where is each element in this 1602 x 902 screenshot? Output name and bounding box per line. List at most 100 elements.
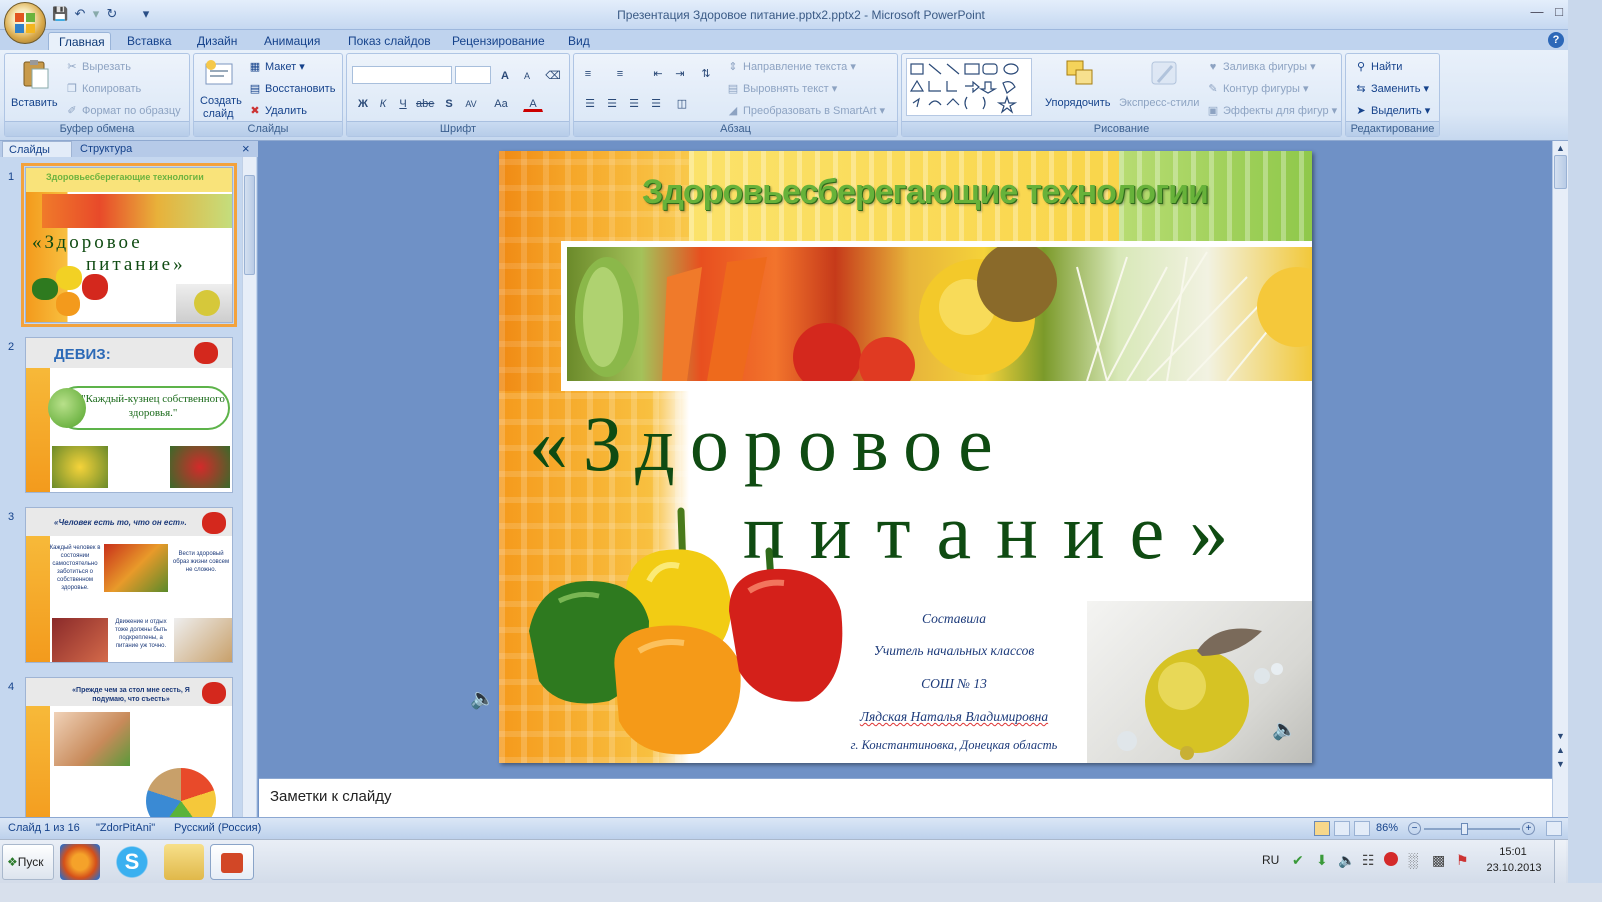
normal-view-icon[interactable] [1314, 821, 1330, 836]
tab-outline-panel[interactable]: Структура [74, 141, 138, 157]
clock-date[interactable]: 23.10.2013 [1484, 862, 1544, 874]
replace-button[interactable]: ⇆ Заменить ▾ [1354, 82, 1429, 96]
text-direction-button[interactable]: ⇕ Направление текста ▾ [726, 60, 855, 74]
sound-icon[interactable]: 🔈 [1272, 717, 1297, 742]
font-name-combo[interactable] [352, 66, 452, 84]
next-slide-icon[interactable]: ▼ [1554, 759, 1567, 771]
volume-icon[interactable]: 🔈 [1338, 852, 1355, 869]
tab-slides-panel[interactable]: Слайды [2, 141, 72, 157]
tray-download-icon[interactable]: ⬇ [1316, 852, 1328, 869]
slide-header[interactable]: Здоровьесберегающие технологии [599, 173, 1251, 212]
sorter-view-icon[interactable] [1334, 821, 1350, 836]
font-size-combo[interactable] [455, 66, 491, 84]
shape-fill-button[interactable]: ♥ Заливка фигуры ▾ [1206, 60, 1316, 74]
copy-button[interactable]: ❐ Копировать [65, 82, 141, 96]
input-language[interactable]: RU [1262, 853, 1279, 867]
tab-insert[interactable]: Вставка [117, 32, 182, 51]
slide-title-line1[interactable]: «Здоровое [529, 399, 1008, 489]
find-button[interactable]: ⚲ Найти [1354, 60, 1402, 74]
zoom-slider-handle[interactable] [1461, 823, 1468, 835]
tab-animation[interactable]: Анимация [254, 32, 330, 51]
smartart-button[interactable]: ◢ Преобразовать в SmartArt ▾ [726, 104, 885, 118]
maximize-button[interactable]: □ [1548, 3, 1570, 21]
help-icon[interactable]: ? [1548, 32, 1564, 48]
select-button[interactable]: ➤ Выделить ▾ [1354, 104, 1430, 118]
line-spacing-icon[interactable]: ⇅ [696, 64, 716, 82]
align-text-button[interactable]: ▤ Выровнять текст ▾ [726, 82, 837, 96]
justify-icon[interactable]: ☰ [646, 94, 666, 112]
char-spacing-button[interactable]: AV [461, 94, 481, 112]
tray-signal-icon[interactable]: ░ [1408, 852, 1418, 868]
close-panel-icon[interactable]: × [236, 141, 256, 157]
show-desktop-button[interactable] [1554, 840, 1566, 884]
thumbnail-slide-4[interactable]: «Прежде чем за стол мне сесть, Я подумаю… [25, 677, 233, 817]
tray-check-icon[interactable]: ✔ [1292, 852, 1304, 869]
firefox-icon[interactable] [60, 844, 100, 880]
thumbnail-scrollbar[interactable] [242, 157, 256, 817]
shrink-font-button[interactable]: A [517, 66, 537, 84]
credit-line-3[interactable]: СОШ № 13 [829, 676, 1079, 692]
tray-network-icon[interactable]: ☷ [1362, 852, 1375, 869]
language-indicator[interactable]: Русский (Россия) [174, 822, 261, 834]
scroll-up-icon[interactable]: ▲ [1554, 143, 1567, 155]
zoom-level[interactable]: 86% [1376, 822, 1398, 834]
notes-pane[interactable]: Заметки к слайду [259, 778, 1552, 817]
tab-design[interactable]: Дизайн [187, 32, 247, 51]
slide-scrollbar[interactable]: ▲ ▼ ▲ ▼ [1552, 141, 1568, 817]
thumbnail-slide-3[interactable]: «Человек есть то, что он ест». Каждый че… [25, 507, 233, 663]
slideshow-view-icon[interactable] [1354, 821, 1370, 836]
tray-device-icon[interactable]: ▩ [1432, 852, 1445, 869]
align-center-icon[interactable]: ☰ [602, 94, 622, 112]
fit-window-icon[interactable] [1546, 821, 1562, 836]
office-button[interactable] [4, 2, 46, 44]
increase-indent-icon[interactable]: ⇥ [670, 64, 690, 82]
quick-styles-button[interactable]: Экспресс-стили [1119, 96, 1199, 110]
paste-button[interactable]: Вставить [11, 96, 58, 110]
tray-flag-icon[interactable]: ⚑ [1456, 852, 1469, 869]
shape-effects-button[interactable]: ▣ Эффекты для фигур ▾ [1206, 104, 1337, 118]
columns-icon[interactable]: ◫ [672, 94, 692, 112]
tab-home[interactable]: Главная [48, 32, 111, 51]
delete-slide-button[interactable]: ✖ Удалить [248, 104, 307, 118]
layout-button[interactable]: ▦ Макет ▾ [248, 60, 305, 74]
shape-outline-button[interactable]: ✎ Контур фигуры ▾ [1206, 82, 1308, 96]
strikethrough-button[interactable]: abe [415, 94, 435, 112]
credit-line-5[interactable]: г. Константиновка, Донецкая область [809, 738, 1099, 753]
scroll-down-icon[interactable]: ▼ [1554, 731, 1567, 743]
tab-view[interactable]: Вид [558, 32, 600, 51]
tab-review[interactable]: Рецензирование [442, 32, 555, 51]
clock-time[interactable]: 15:01 [1488, 846, 1538, 858]
skype-icon[interactable]: S [112, 844, 152, 880]
explorer-icon[interactable] [164, 844, 204, 880]
numbering-icon[interactable]: ≡ [610, 64, 630, 82]
grow-font-button[interactable]: A [495, 66, 515, 84]
credit-line-2[interactable]: Учитель начальных классов [829, 643, 1079, 659]
credit-line-1[interactable]: Составила [829, 611, 1079, 627]
vegetables-image[interactable] [567, 247, 1312, 381]
zoom-in-icon[interactable]: + [1522, 822, 1535, 835]
powerpoint-taskbar-button[interactable] [210, 844, 254, 880]
bullets-icon[interactable]: ≡ [578, 64, 598, 82]
credit-line-4[interactable]: Лядская Наталья Владимировна [829, 709, 1079, 725]
shadow-button[interactable]: S [439, 94, 459, 112]
arrange-button[interactable]: Упорядочить [1045, 96, 1110, 110]
clear-format-icon[interactable]: ⌫ [543, 66, 563, 84]
new-slide-label2[interactable]: слайд [203, 107, 234, 121]
bold-button[interactable]: Ж [353, 94, 373, 112]
underline-button[interactable]: Ч [393, 94, 413, 112]
reset-button[interactable]: ▤ Восстановить [248, 82, 336, 96]
cut-button[interactable]: ✂ Вырезать [65, 60, 131, 74]
format-painter-button[interactable]: ✐ Формат по образцу [65, 104, 180, 118]
scroll-thumb[interactable] [244, 175, 255, 275]
zoom-slider[interactable] [1424, 828, 1520, 830]
minimize-button[interactable]: — [1526, 3, 1548, 21]
align-left-icon[interactable]: ☰ [580, 94, 600, 112]
align-right-icon[interactable]: ☰ [624, 94, 644, 112]
italic-button[interactable]: К [373, 94, 393, 112]
peppers-image[interactable] [499, 491, 859, 763]
sound-icon[interactable]: 🔈 [470, 686, 495, 711]
thumbnail-slide-1[interactable]: Здоровьесберегающие технологии «Здоровое… [21, 163, 237, 327]
antivirus-icon[interactable] [1384, 852, 1398, 866]
slide-1[interactable]: Здоровьесберегающие технологии «Здоровое… [499, 151, 1312, 763]
decrease-indent-icon[interactable]: ⇤ [648, 64, 668, 82]
